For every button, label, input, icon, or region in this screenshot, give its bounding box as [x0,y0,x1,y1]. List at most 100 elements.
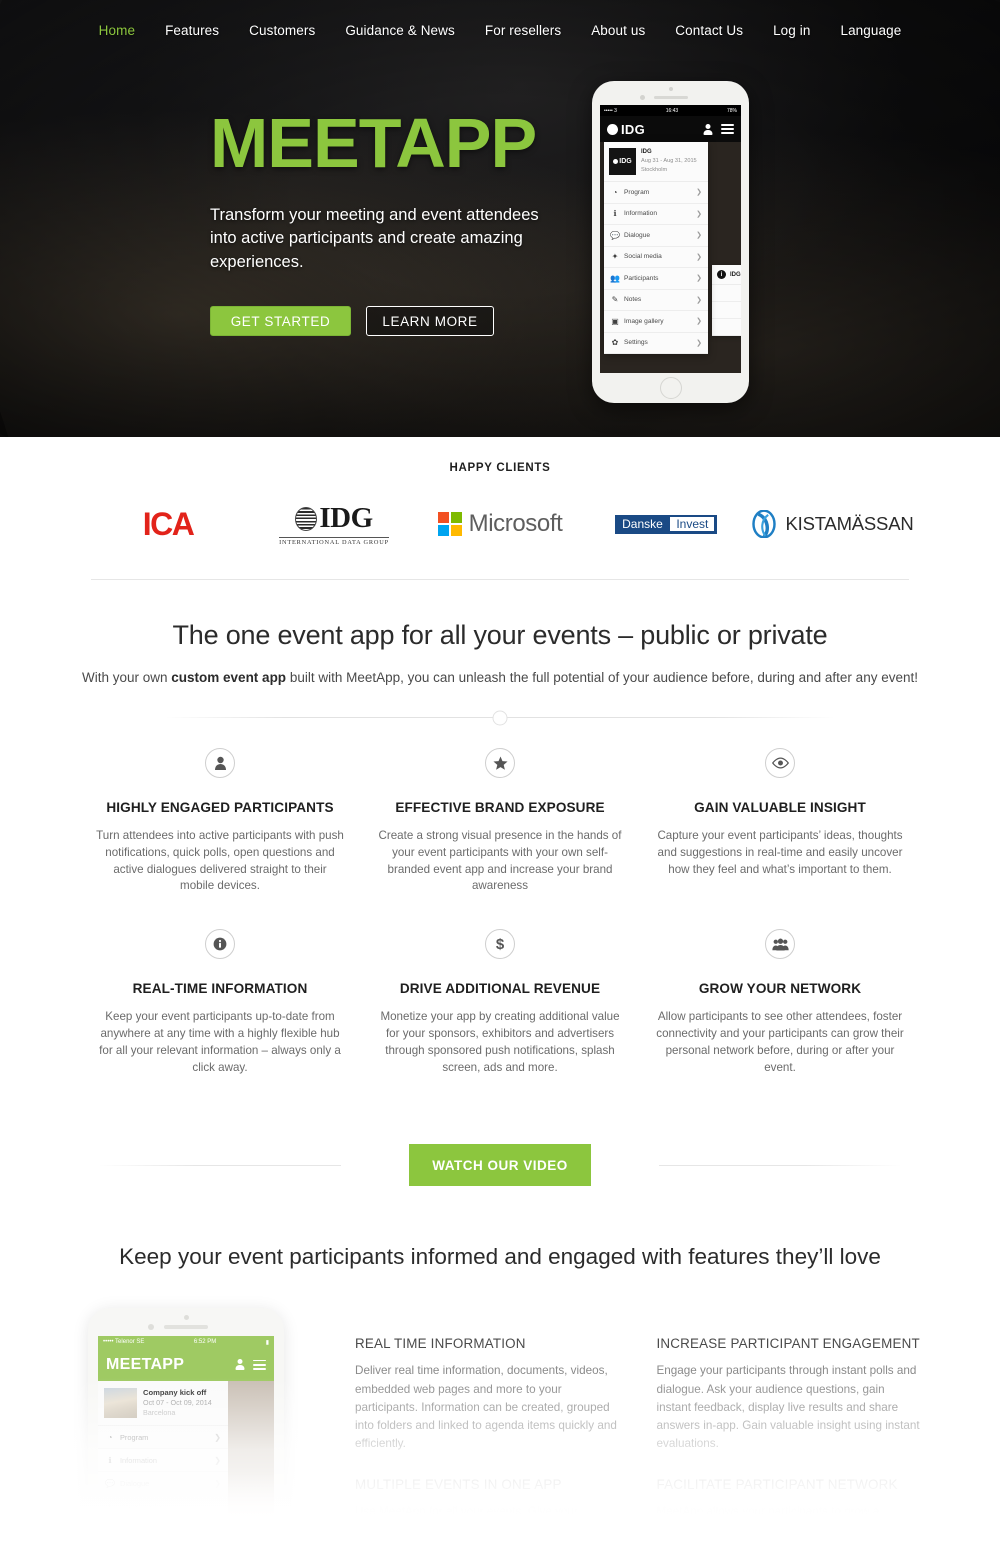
home-button[interactable] [659,377,682,399]
client-logo-idg[interactable]: IDG INTERNATIONAL DATA GROUP [251,497,417,551]
page-title: MEETAPP [210,104,537,182]
phone-camera-icon [148,1324,154,1331]
star-icon [492,755,508,770]
menu-row[interactable]: ◔ Program ❯ [98,1426,228,1450]
idg-logo-main: IDG [295,502,373,535]
client-logo-ica[interactable]: ICA [85,497,251,551]
feature-icon-badge [485,748,515,778]
menu-row[interactable]: ✿ Settings ❯ [604,333,708,354]
menu-row[interactable]: ◔ Program ❯ [604,182,708,204]
menu-row[interactable]: ▣ Image gallery ❯ [604,311,708,333]
nav-item-log-in[interactable]: Log in [758,23,825,38]
menu-row-label: Program [120,1432,149,1442]
client-logo-row: ICA IDG INTERNATIONAL DATA GROUP Microso… [0,497,1000,551]
bottom-feature-body: Engage your participants through instant… [656,1364,920,1450]
event-card[interactable]: Company kick off Oct 07 - Oct 09, 2014 B… [98,1381,228,1427]
app-side-menu: IDG IDG Aug 31 - Aug 31, 2015 Stockholm … [604,142,708,354]
menu-row-label: Program [624,188,650,196]
feature-body: Turn attendees into active participants … [96,829,344,893]
nav-item-language[interactable]: Language [825,23,916,38]
learn-more-button[interactable]: LEARN MORE [366,306,494,337]
event-name: Company kick off [143,1388,207,1398]
kistamassan-logo: KISTAMÄSSAN [750,510,914,538]
phone-speaker [164,1325,208,1329]
watch-video-button[interactable]: WATCH OUR VIDEO [409,1144,591,1187]
intro-body-after: built with MeetApp, you can unleash the … [286,670,918,685]
twitter-icon: ✦ [106,1501,114,1511]
nav-item-features[interactable]: Features [150,23,234,38]
menu-row-label: Image gallery [624,317,664,325]
menu-row-label: Social media [120,1501,163,1511]
status-left: ••••• 3 [604,107,617,114]
status-battery-icon: ▮ [265,1339,269,1346]
feature-card: EFFECTIVE BRAND EXPOSURE Create a strong … [360,748,640,895]
feature-card: $ DRIVE ADDITIONAL REVENUE Monetize your a… [360,929,640,1076]
chevron-right-icon: ❯ [696,253,702,261]
idg-logo-subtext: INTERNATIONAL DATA GROUP [279,537,389,546]
menu-row[interactable]: 💬 Dialogue ❯ [604,225,708,247]
get-started-button[interactable]: GET STARTED [210,306,351,337]
globe-icon [295,506,318,531]
status-battery: 78% [726,107,737,114]
ica-logo-text: ICA [142,505,195,542]
danske-logo-text: Danske [622,517,663,531]
background-info-card: i IDG [712,265,741,336]
hamburger-menu-icon[interactable] [721,123,734,135]
chat-icon: 💬 [105,1478,115,1488]
globe-icon [613,159,619,164]
client-logo-microsoft[interactable]: Microsoft [417,497,583,551]
main-navigation: Home Features Customers Guidance & News For … [0,0,1000,60]
note-icon: ✎ [611,295,619,305]
cta-rule-right [659,1164,902,1166]
bottom-feature-body: Deliver real time information, documents… [355,1364,617,1450]
phone-status-bar: ••••• 3 16:43 78% [600,105,741,116]
person-icon[interactable] [703,124,712,135]
event-thumb-label: IDG [619,158,632,165]
person-icon[interactable] [235,1359,244,1370]
nav-item-for-resellers[interactable]: For resellers [470,23,576,38]
menu-row[interactable]: 👥 Participants ❯ [604,268,708,290]
nav-item-guidance-news[interactable]: Guidance & News [330,23,470,38]
twitter-icon: ✦ [611,252,619,262]
bottom-menu-list: ◔ Program ❯ ℹ Information ❯ 💬 Dialogue ❯ ✦ Social … [98,1426,228,1519]
feature-body: Allow participants to see other attendee… [656,1010,904,1074]
eye-icon [771,757,789,769]
feature-title: GAIN VALUABLE INSIGHT [694,800,866,815]
nav-item-customers[interactable]: Customers [234,23,330,38]
event-card[interactable]: IDG IDG Aug 31 - Aug 31, 2015 Stockholm [604,142,708,182]
nav-item-home[interactable]: Home [84,23,150,38]
hamburger-menu-icon[interactable] [253,1359,266,1371]
chat-icon: 💬 [610,230,620,240]
client-logo-danske-invest[interactable]: Danske Invest [583,497,749,551]
bottom-features-section: Keep your event participants informed an… [0,1244,1000,1568]
menu-row[interactable]: ℹ Information ❯ [604,204,708,225]
menu-row[interactable]: ✦ Social media ❯ [98,1495,228,1519]
feature-body: Capture your event participants’ ideas, … [657,829,903,876]
status-carrier: ••••• Telenor SE [103,1339,145,1346]
feature-grid: HIGHLY ENGAGED PARTICIPANTS Turn attendee… [80,748,920,1076]
status-time: 6:52 PM [193,1339,217,1346]
background-card-row [712,285,741,302]
nav-item-contact-us[interactable]: Contact Us [660,23,758,38]
nav-item-about-us[interactable]: About us [576,23,660,38]
image-icon: ▣ [611,316,619,326]
event-date: Aug 31 - Aug 31, 2015 [641,158,697,164]
chevron-right-icon: ❯ [214,1432,221,1442]
feature-title: HIGHLY ENGAGED PARTICIPANTS [106,800,334,815]
intro-body-bold: custom event app [171,670,287,685]
menu-row[interactable]: ✦ Social media ❯ [604,247,708,268]
menu-row[interactable]: ℹ Information ❯ [98,1449,228,1473]
idg-logo: IDG INTERNATIONAL DATA GROUP [279,502,389,546]
menu-row-label: Information [624,210,657,218]
menu-row[interactable]: ✎ Notes ❯ [604,290,708,311]
hero-phone-mockup: ••••• 3 16:43 78% IDG i IDG IDG IDG Aug … [592,81,749,403]
bottom-phone-mockup: ••••• Telenor SE 6:52 PM ▮ MEETAPP Compa… [88,1308,284,1568]
app-top-bar: IDG [600,116,741,142]
bottom-phone-screen: ••••• Telenor SE 6:52 PM ▮ MEETAPP Compa… [98,1336,274,1568]
menu-row[interactable]: 💬 Dialogue ❯ [98,1472,228,1496]
client-logo-kistamassan[interactable]: KISTAMÄSSAN [749,497,915,551]
menu-row-label: Dialogue [120,1478,150,1488]
background-card-label: IDG [730,271,741,278]
hero-button-group: GET STARTED LEARN MORE [210,306,540,337]
clients-title: HAPPY CLIENTS [449,462,551,474]
